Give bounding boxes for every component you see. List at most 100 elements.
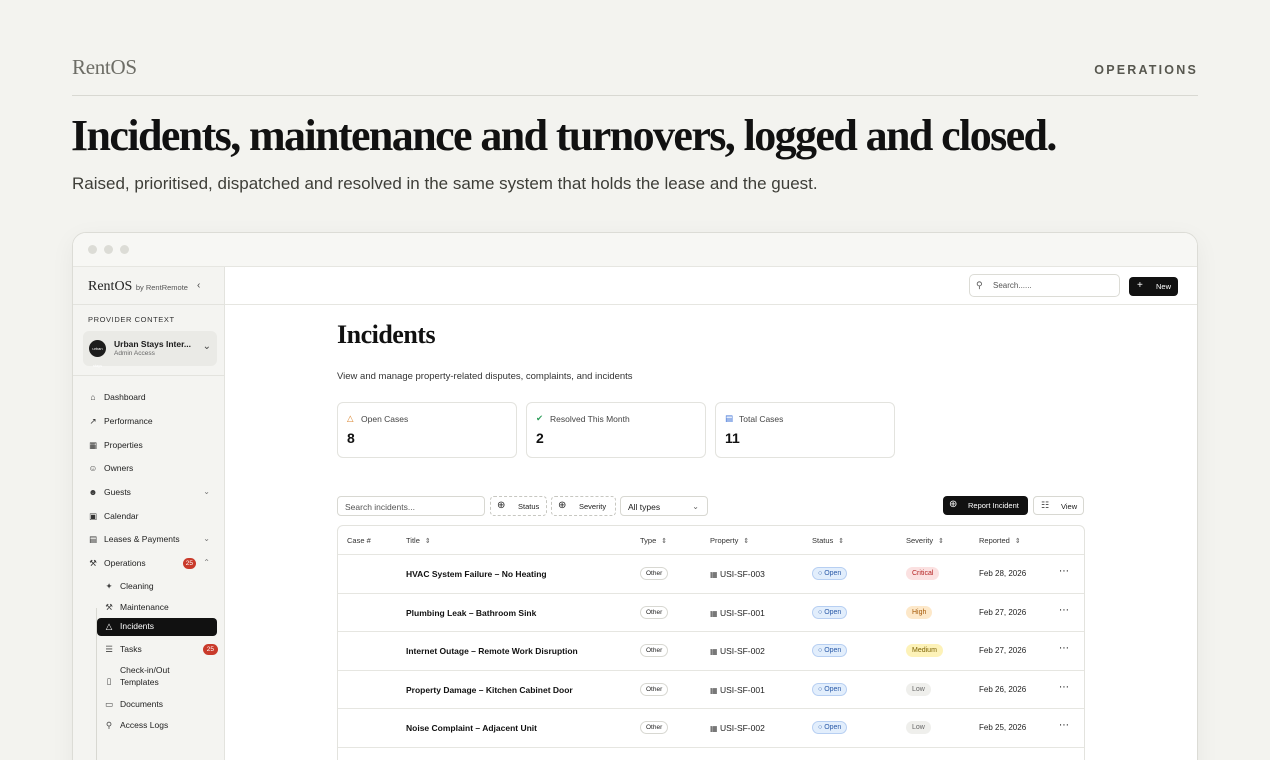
stat-value: 11 — [725, 430, 740, 446]
sidebar-item-calendar[interactable]: ▣ Calendar — [88, 508, 212, 526]
column-header-case[interactable]: Case # — [347, 536, 371, 545]
warning-icon: △ — [347, 413, 354, 423]
table-row[interactable]: Noise Complaint – Adjacent Unit Other ▦ US… — [338, 709, 1084, 748]
stat-label: Open Cases — [361, 414, 409, 424]
new-button[interactable]: + New — [1129, 277, 1178, 296]
incident-title: Noise Complaint – Adjacent Unit — [406, 723, 537, 733]
page-header: RentOS OPERATIONS — [72, 52, 1198, 96]
building-icon: ▦ — [710, 685, 718, 695]
column-header-property[interactable]: Property ⇕ — [710, 536, 749, 545]
sidebar-item-guests[interactable]: ☻ Guests ⌄ — [88, 484, 212, 502]
status-text: Open — [824, 724, 842, 731]
more-options-icon[interactable]: ⋯ — [1059, 566, 1070, 577]
severity-badge: High — [906, 605, 933, 619]
plus-circle-icon: ⊕ — [558, 500, 567, 511]
incidents-table: Case # Title ⇕ Type ⇕ Property ⇕ Status ⇕ Se… — [337, 525, 1085, 760]
window-dot-icon — [104, 245, 113, 254]
provider-switcher[interactable]: urban stays Urban Stays Inter... Admin A… — [83, 331, 217, 368]
circle-icon: ○ — [818, 570, 823, 577]
column-header-severity[interactable]: Severity ⇕ — [906, 536, 944, 545]
new-button-label: New — [1156, 282, 1172, 291]
report-incident-button[interactable]: ⊕ Report Incident — [943, 496, 1028, 515]
sidebar-item-label: Performance — [104, 416, 153, 426]
sidebar: RentOS by RentRemote ‹ PROVIDER CONTEXT … — [73, 267, 225, 760]
reported-date: Feb 26, 2026 — [979, 684, 1027, 694]
trend-icon: ↗ — [89, 416, 97, 426]
incident-title: Plumbing Leak – Bathroom Sink — [406, 607, 537, 618]
stat-label: Resolved This Month — [550, 414, 630, 424]
reported-date: Feb 28, 2026 — [979, 569, 1027, 578]
chevron-down-icon: ⌄ — [203, 534, 210, 543]
sort-icon: ⇕ — [938, 538, 944, 545]
window-dot-icon — [88, 245, 97, 254]
stat-card-resolved: ✔ Resolved This Month 2 — [526, 402, 706, 458]
view-options-button[interactable]: ☷ View — [1033, 496, 1084, 515]
building-icon: ▦ — [88, 440, 98, 450]
status-filter-button[interactable]: ⊕ Status — [490, 496, 547, 516]
column-header-title[interactable]: Title ⇕ — [406, 536, 431, 545]
sidebar-item-incidents[interactable]: △ Incidents — [97, 618, 217, 636]
building-icon: ▦ — [710, 570, 718, 579]
type-select[interactable]: All types ⌄ — [620, 496, 708, 516]
sidebar-item-leases-payments[interactable]: ▤ Leases & Payments ⌄ — [88, 531, 212, 549]
folder-icon: ▭ — [104, 699, 114, 709]
table-row[interactable]: Internet Outage – Remote Work Disruption… — [338, 632, 1084, 671]
incident-title: HVAC System Failure – No Heating — [406, 569, 547, 579]
sidebar-brand: RentOS by RentRemote — [88, 279, 188, 295]
sidebar-brand-suffix: by RentRemote — [135, 283, 188, 292]
column-header-status[interactable]: Status ⇕ — [812, 536, 844, 545]
sidebar-item-owners[interactable]: ☺ Owners — [88, 460, 212, 478]
sort-icon: ⇕ — [838, 538, 845, 545]
plus-circle-icon: ⊕ — [949, 499, 958, 510]
global-search-input[interactable]: ⚲ Search...... — [969, 274, 1120, 297]
ledger-icon: ▤ — [88, 534, 98, 544]
status-badge: ○ Open — [812, 644, 848, 657]
sliders-icon: ☷ — [1041, 500, 1050, 510]
collapse-sidebar-icon[interactable]: ‹ — [197, 280, 200, 291]
sort-icon: ⇕ — [743, 538, 750, 545]
property-cell: ▦ USI-SF-001 — [710, 685, 765, 695]
stat-value: 8 — [347, 430, 355, 446]
sidebar-item-dashboard[interactable]: ⌂ Dashboard — [88, 389, 212, 407]
provider-context-label: PROVIDER CONTEXT — [88, 315, 175, 324]
provider-name: Urban Stays Inter... — [114, 339, 191, 349]
sidebar-item-label: Dashboard — [104, 392, 146, 402]
type-select-value: All types — [628, 502, 661, 512]
search-icon: ⚲ — [976, 280, 983, 290]
status-text: Open — [824, 685, 842, 693]
sort-icon: ⇕ — [1014, 538, 1021, 545]
user-icon: ☺ — [88, 463, 98, 473]
more-options-icon[interactable]: ⋯ — [1059, 643, 1070, 654]
column-header-type[interactable]: Type ⇕ — [640, 536, 667, 545]
table-row[interactable]: Plumbing Leak – Bathroom Sink Other ▦ USI-… — [338, 594, 1084, 632]
severity-badge: Medium — [906, 644, 943, 657]
sidebar-item-performance[interactable]: ↗ Performance — [88, 413, 212, 431]
type-pill: Other — [640, 721, 669, 734]
severity-filter-button[interactable]: ⊕ Severity — [551, 496, 616, 516]
column-header-reported[interactable]: Reported ⇕ — [979, 536, 1021, 545]
table-row[interactable]: Property Damage – Kitchen Cabinet Door Ot… — [338, 671, 1084, 709]
severity-badge: Critical — [906, 567, 940, 580]
more-options-icon[interactable]: ⋯ — [1059, 682, 1070, 693]
table-header: Case # Title ⇕ Type ⇕ Property ⇕ Status ⇕ Se… — [338, 526, 1084, 555]
property-cell: ▦ USI-SF-002 — [710, 646, 765, 656]
property-code: USI-SF-003 — [719, 569, 765, 579]
incident-search-placeholder: Search incidents... — [345, 502, 415, 512]
incident-search-input[interactable]: Search incidents... — [337, 496, 485, 516]
type-pill: Other — [640, 567, 669, 580]
plus-icon: + — [1137, 280, 1143, 291]
reported-date: Feb 27, 2026 — [979, 646, 1027, 655]
chevron-down-icon: ⌄ — [692, 502, 699, 511]
report-incident-label: Report Incident — [968, 501, 1019, 510]
sidebar-item-label: Operations — [104, 558, 146, 568]
building-icon: ▦ — [710, 724, 718, 733]
key-icon: ⚲ — [105, 720, 113, 730]
hero-title: Incidents, maintenance and turnovers, lo… — [71, 111, 1057, 160]
more-options-icon[interactable]: ⋯ — [1059, 605, 1070, 616]
plus-circle-icon: ⊕ — [497, 500, 506, 511]
sidebar-item-properties[interactable]: ▦ Properties — [88, 437, 212, 455]
sidebar-item-operations[interactable]: ⚒ Operations 25 ⌃ — [88, 555, 212, 573]
wrench-icon: ⚒ — [89, 558, 97, 568]
more-options-icon[interactable]: ⋯ — [1059, 720, 1070, 731]
table-row[interactable]: HVAC System Failure – No Heating Other ▦ U… — [338, 555, 1084, 594]
